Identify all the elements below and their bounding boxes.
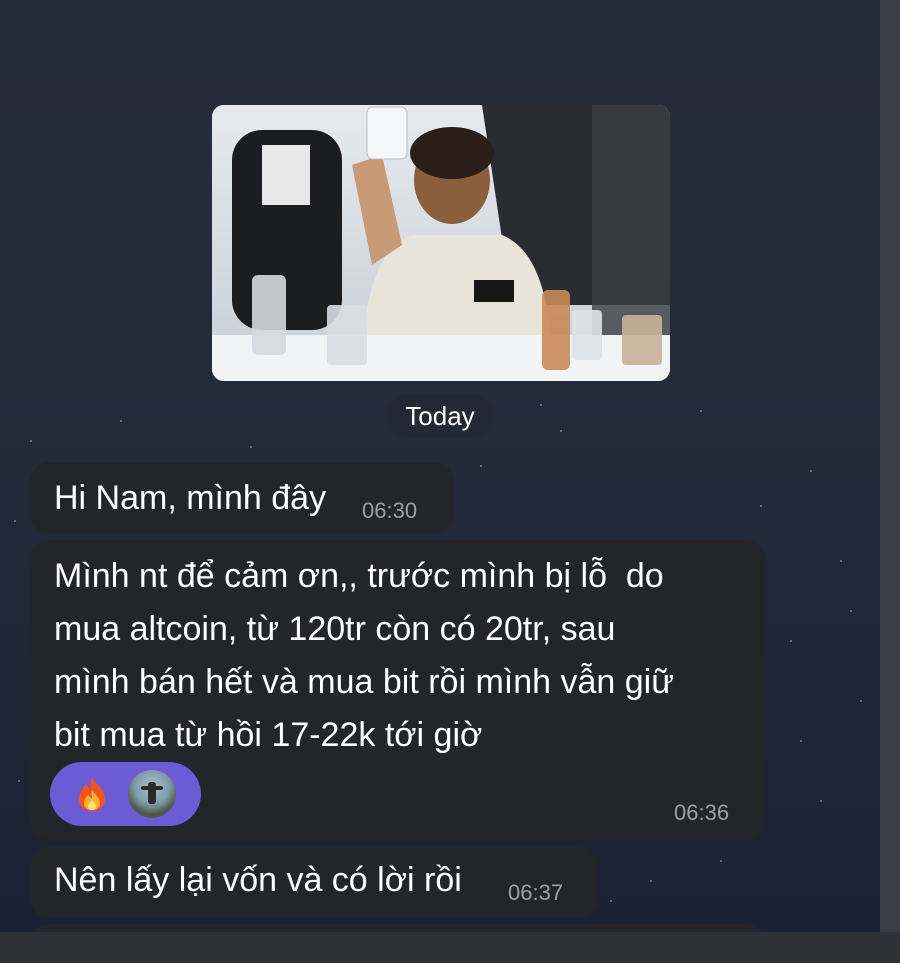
message-bubble[interactable]: Hi Nam, mình đây 06:30 bbox=[30, 462, 454, 534]
star-dot bbox=[850, 610, 852, 612]
message-line: bit mua từ hồi 17-22k tới giờ bbox=[54, 716, 483, 754]
window-edge-strip bbox=[880, 0, 900, 963]
photo-image bbox=[212, 105, 670, 381]
message-bubble[interactable]: Nên lấy lại vốn và có lời rồi 06:37 bbox=[30, 846, 598, 918]
star-dot bbox=[250, 446, 252, 448]
star-dot bbox=[810, 470, 812, 472]
message-line: mình bán hết và mua bit rồi mình vẫn giữ bbox=[54, 663, 674, 701]
message-line: Mình nt để cảm ơn,, trước mình bị lỗ do bbox=[54, 557, 664, 595]
fire-icon bbox=[79, 777, 105, 811]
star-dot bbox=[790, 640, 792, 642]
message-line: mua altcoin, từ 120tr còn có 20tr, sau bbox=[54, 610, 616, 648]
star-dot bbox=[480, 465, 482, 467]
star-dot bbox=[120, 420, 122, 422]
star-dot bbox=[30, 440, 32, 442]
message-bubble-partial[interactable] bbox=[30, 924, 766, 932]
avatar bbox=[128, 770, 176, 818]
message-text: Hi Nam, mình đây bbox=[54, 479, 327, 517]
message-text: Nên lấy lại vốn và có lời rồi bbox=[54, 861, 462, 899]
star-dot bbox=[800, 740, 802, 742]
star-dot bbox=[860, 700, 862, 702]
star-dot bbox=[650, 880, 652, 882]
star-dot bbox=[760, 505, 762, 507]
window-bottom-strip bbox=[0, 932, 900, 963]
shared-photo[interactable] bbox=[212, 105, 670, 381]
message-time: 06:30 bbox=[362, 498, 418, 523]
star-dot bbox=[560, 430, 562, 432]
date-separator: Today bbox=[387, 394, 493, 438]
message-time: 06:37 bbox=[508, 880, 564, 905]
avatar-figure bbox=[148, 782, 156, 804]
star-dot bbox=[840, 560, 842, 562]
message-time: 06:36 bbox=[674, 800, 730, 825]
star-dot bbox=[14, 520, 16, 522]
reaction-pill[interactable] bbox=[50, 762, 201, 826]
star-dot bbox=[18, 780, 20, 782]
star-dot bbox=[610, 900, 612, 902]
star-dot bbox=[540, 404, 542, 406]
star-dot bbox=[820, 800, 822, 802]
star-dot bbox=[700, 410, 702, 412]
chat-background: Today Hi Nam, mình đây 06:30 Mình nt để … bbox=[0, 0, 880, 932]
star-dot bbox=[720, 860, 722, 862]
